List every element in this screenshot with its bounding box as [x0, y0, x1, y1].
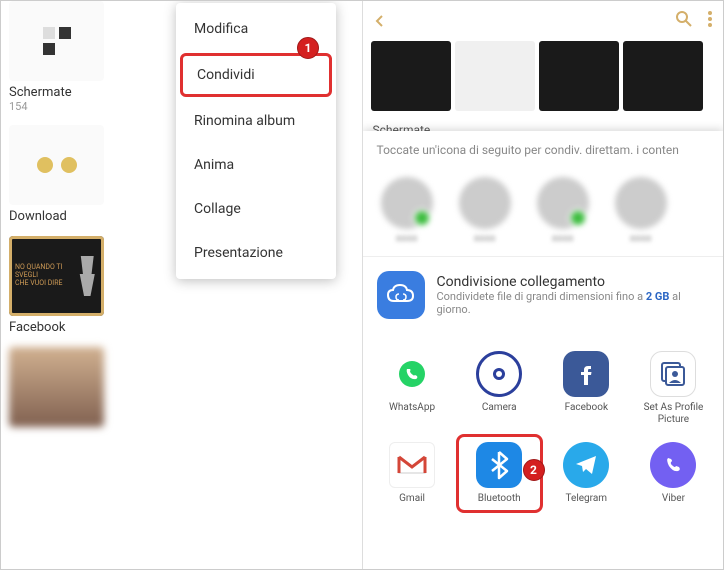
whatsapp-icon — [389, 351, 435, 397]
album-item[interactable] — [9, 347, 354, 427]
app-whatsapp[interactable]: WhatsApp — [369, 343, 456, 434]
app-label: Viber — [662, 493, 685, 505]
facebook-icon — [563, 351, 609, 397]
strip-thumbnail[interactable] — [371, 41, 451, 111]
album-thumbnail — [9, 125, 104, 205]
topbar — [363, 1, 724, 41]
gmail-icon — [389, 442, 435, 488]
menu-item-collage[interactable]: Collage — [176, 187, 336, 231]
album-thumbnail — [9, 1, 104, 81]
app-label: Telegram — [566, 493, 608, 505]
album-thumbnail: NO QUANDO TI SVEGLICHE VUOI DIRE — [9, 236, 104, 316]
app-facebook[interactable]: Facebook — [543, 343, 630, 434]
annotation-badge-2: 2 — [523, 459, 545, 481]
back-icon[interactable] — [373, 9, 387, 34]
contact-item[interactable]: aaaa — [533, 177, 593, 244]
contact-item[interactable]: aaaa — [611, 177, 671, 244]
strip-thumbnail[interactable] — [623, 41, 703, 111]
app-label: WhatsApp — [389, 402, 435, 414]
profile-picture-icon — [650, 351, 696, 397]
more-icon[interactable] — [707, 10, 713, 33]
album-name: Facebook — [9, 320, 354, 335]
contacts-row: aaaa aaaa aaaa aaaa — [363, 169, 724, 256]
telegram-icon — [563, 442, 609, 488]
cloud-link-icon — [377, 271, 425, 319]
gallery-strip — [363, 41, 724, 121]
annotation-badge-1: 1 — [297, 37, 319, 59]
left-pane: Schermate 154 Download NO QUANDO TI SVEG… — [1, 1, 363, 569]
bluetooth-icon — [476, 442, 522, 488]
search-icon[interactable] — [675, 10, 693, 33]
menu-item-condividi[interactable]: Condividi — [180, 53, 332, 97]
app-label: Camera — [482, 402, 517, 414]
app-viber[interactable]: Viber — [630, 434, 717, 513]
contact-item[interactable]: aaaa — [377, 177, 437, 244]
apps-grid: WhatsApp Camera Facebook — [363, 333, 724, 523]
menu-item-rinomina[interactable]: Rinomina album — [176, 99, 336, 143]
app-camera[interactable]: Camera — [456, 343, 543, 434]
app-label: Set As Profile Picture — [634, 402, 713, 426]
contact-item[interactable]: aaaa — [455, 177, 515, 244]
right-pane: Schermate Toccate un'icona di seguito pe… — [363, 1, 724, 569]
menu-item-anima[interactable]: Anima — [176, 143, 336, 187]
share-hint: Toccate un'icona di seguito per condiv. … — [363, 131, 724, 169]
strip-thumbnail[interactable] — [539, 41, 619, 111]
menu-item-presentazione[interactable]: Presentazione — [176, 231, 336, 275]
app-label: Facebook — [565, 402, 608, 414]
album-thumbnail — [9, 347, 104, 427]
viber-icon — [650, 442, 696, 488]
share-sheet: Toccate un'icona di seguito per condiv. … — [363, 131, 724, 569]
link-share-row[interactable]: Condivisione collegamento Condividete fi… — [363, 256, 724, 333]
app-telegram[interactable]: Telegram — [543, 434, 630, 513]
app-label: Bluetooth — [478, 493, 521, 505]
app-gmail[interactable]: Gmail — [369, 434, 456, 513]
camera-icon — [476, 351, 522, 397]
link-share-title: Condivisione collegamento — [437, 274, 710, 290]
link-share-desc: Condividete file di grandi dimensioni fi… — [437, 290, 710, 316]
app-profile-picture[interactable]: Set As Profile Picture — [630, 343, 717, 434]
strip-thumbnail[interactable] — [455, 41, 535, 111]
app-label: Gmail — [399, 493, 425, 505]
